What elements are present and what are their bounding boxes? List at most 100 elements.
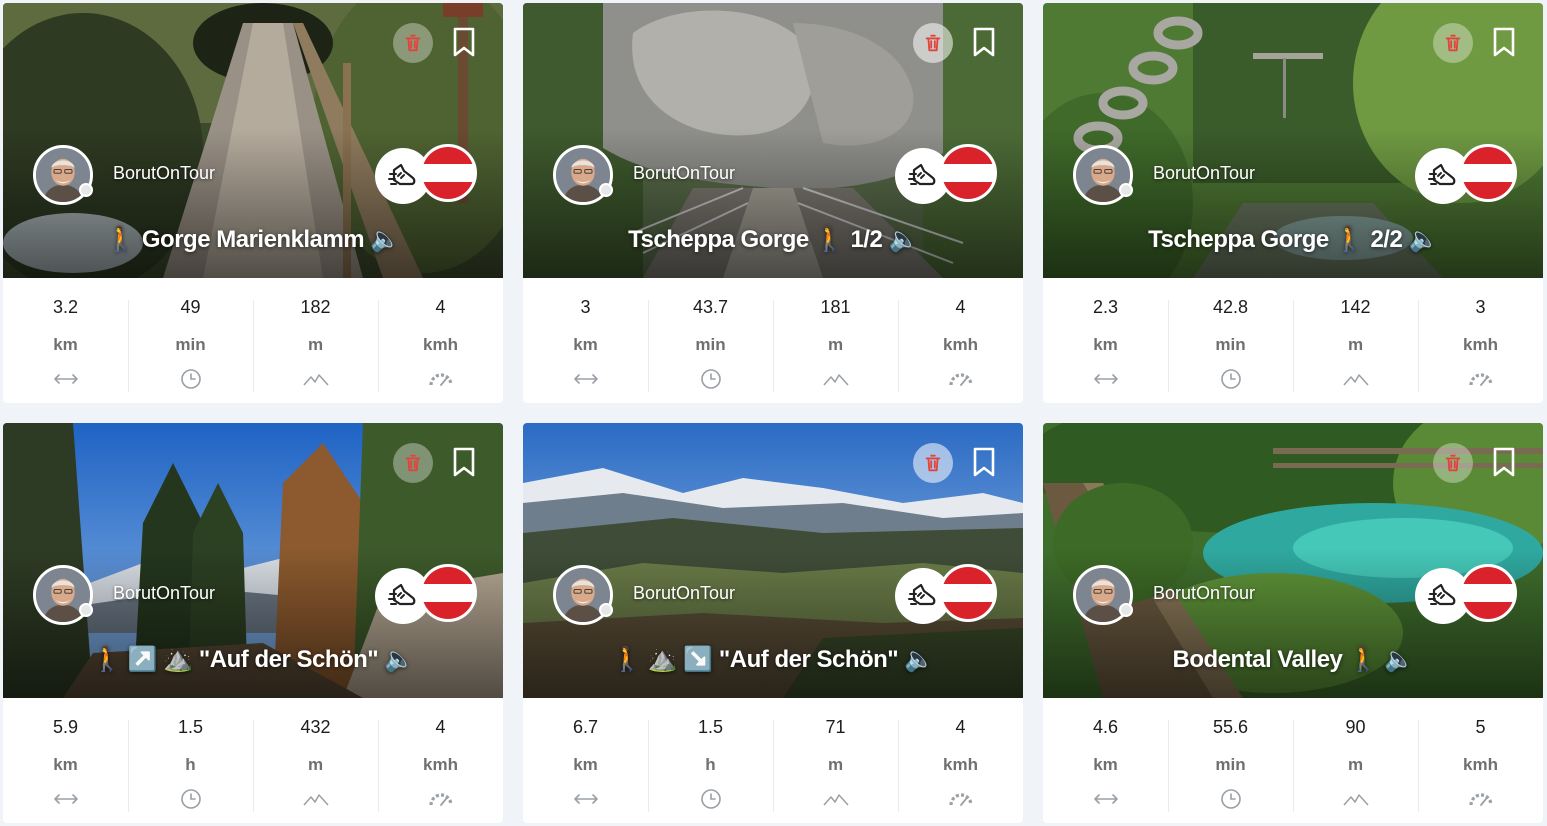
- stat-value: 5: [1475, 717, 1486, 737]
- delete-button[interactable]: [913, 23, 953, 63]
- stat-unit: min: [1215, 335, 1246, 354]
- tour-title[interactable]: 🚶 ↗️ ⛰️ "Auf der Schön" 🔈: [3, 645, 503, 674]
- stat-value: 4: [955, 297, 966, 317]
- username[interactable]: BorutOnTour: [1153, 583, 1255, 604]
- stat-speed: 4 kmh: [378, 278, 503, 403]
- tour-stats: 3 km 43.7 min 181 m 4 kmh: [523, 278, 1023, 403]
- austria-flag-icon: [419, 144, 477, 202]
- stat-distance: 4.6 km: [1043, 698, 1168, 823]
- username[interactable]: BorutOnTour: [633, 163, 735, 184]
- tour-title[interactable]: Tscheppa Gorge 🚶 1/2 🔈: [523, 225, 1023, 254]
- tour-card[interactable]: BorutOnTour Tscheppa Gorge 🚶 1/2 🔈 3 km …: [523, 3, 1023, 403]
- speedometer-icon: [1468, 368, 1494, 390]
- stat-value: 4: [435, 297, 446, 317]
- delete-button[interactable]: [1433, 23, 1473, 63]
- tour-stats: 6.7 km 1.5 h 71 m 4 kmh: [523, 698, 1023, 823]
- tour-cover-image[interactable]: BorutOnTour Bodental Valley 🚶 🔈: [1043, 423, 1543, 698]
- trash-icon: [1442, 452, 1464, 474]
- stat-value: 43.7: [692, 297, 729, 317]
- trash-icon: [402, 32, 424, 54]
- stat-unit: h: [185, 755, 196, 774]
- bookmark-icon[interactable]: [1493, 27, 1515, 57]
- tour-title[interactable]: 🚶 ⛰️ ↘️ "Auf der Schön" 🔈: [523, 645, 1023, 674]
- bookmark-icon[interactable]: [453, 27, 475, 57]
- clock-icon: [1218, 788, 1244, 810]
- stat-elevation: 182 m: [253, 278, 378, 403]
- stat-unit: min: [1215, 755, 1246, 774]
- stat-distance: 5.9 km: [3, 698, 128, 823]
- stat-value: 3.2: [52, 297, 79, 317]
- stat-unit: m: [827, 755, 844, 774]
- stat-duration: 1.5 h: [648, 698, 773, 823]
- stat-unit: kmh: [423, 755, 458, 774]
- tour-title[interactable]: Bodental Valley 🚶 🔈: [1043, 645, 1543, 674]
- stat-speed: 4 kmh: [378, 698, 503, 823]
- mountain-icon: [303, 788, 329, 810]
- stat-value: 1.5: [177, 717, 204, 737]
- delete-button[interactable]: [393, 443, 433, 483]
- tour-card[interactable]: BorutOnTour 🚶 Gorge Marienklamm 🔈 3.2 km…: [3, 3, 503, 403]
- stat-elevation: 71 m: [773, 698, 898, 823]
- bookmark-icon[interactable]: [1493, 447, 1515, 477]
- delete-button[interactable]: [913, 443, 953, 483]
- tour-cover-image[interactable]: BorutOnTour Tscheppa Gorge 🚶 1/2 🔈: [523, 3, 1023, 278]
- stat-duration: 42.8 min: [1168, 278, 1293, 403]
- tour-cover-image[interactable]: BorutOnTour 🚶 ↗️ ⛰️ "Auf der Schön" 🔈: [3, 423, 503, 698]
- trash-icon: [922, 32, 944, 54]
- username[interactable]: BorutOnTour: [1153, 163, 1255, 184]
- tour-card[interactable]: BorutOnTour 🚶 ⛰️ ↘️ "Auf der Schön" 🔈 6.…: [523, 423, 1023, 823]
- stat-value: 3: [580, 297, 591, 317]
- stat-unit: km: [1093, 335, 1118, 354]
- arrows-horizontal-icon: [1093, 788, 1119, 810]
- stat-value: 182: [300, 297, 331, 317]
- speedometer-icon: [948, 368, 974, 390]
- bookmark-icon[interactable]: [973, 447, 995, 477]
- stat-elevation: 142 m: [1293, 278, 1418, 403]
- online-status-dot: [599, 183, 613, 197]
- online-status-dot: [599, 603, 613, 617]
- austria-flag-icon: [939, 564, 997, 622]
- username[interactable]: BorutOnTour: [113, 583, 215, 604]
- trash-icon: [922, 452, 944, 474]
- clock-icon: [698, 788, 724, 810]
- tour-stats: 2.3 km 42.8 min 142 m 3 kmh: [1043, 278, 1543, 403]
- stat-value: 6.7: [572, 717, 599, 737]
- stat-unit: km: [573, 755, 598, 774]
- austria-flag-icon: [1459, 564, 1517, 622]
- stat-elevation: 432 m: [253, 698, 378, 823]
- stat-unit: km: [573, 335, 598, 354]
- clock-icon: [178, 368, 204, 390]
- tour-title[interactable]: Tscheppa Gorge 🚶 2/2 🔈: [1043, 225, 1543, 254]
- bookmark-icon[interactable]: [453, 447, 475, 477]
- mountain-icon: [823, 788, 849, 810]
- mountain-icon: [1343, 788, 1369, 810]
- tour-cover-image[interactable]: BorutOnTour Tscheppa Gorge 🚶 2/2 🔈: [1043, 3, 1543, 278]
- stat-speed: 4 kmh: [898, 278, 1023, 403]
- tour-card[interactable]: BorutOnTour Tscheppa Gorge 🚶 2/2 🔈 2.3 k…: [1043, 3, 1543, 403]
- tour-title[interactable]: 🚶 Gorge Marienklamm 🔈: [3, 225, 503, 254]
- arrows-horizontal-icon: [53, 368, 79, 390]
- stat-duration: 1.5 h: [128, 698, 253, 823]
- speedometer-icon: [1468, 788, 1494, 810]
- tour-cover-image[interactable]: BorutOnTour 🚶 ⛰️ ↘️ "Auf der Schön" 🔈: [523, 423, 1023, 698]
- stat-value: 4: [955, 717, 966, 737]
- bookmark-icon[interactable]: [973, 27, 995, 57]
- username[interactable]: BorutOnTour: [113, 163, 215, 184]
- tour-card[interactable]: BorutOnTour 🚶 ↗️ ⛰️ "Auf der Schön" 🔈 5.…: [3, 423, 503, 823]
- arrows-horizontal-icon: [1093, 368, 1119, 390]
- stat-value: 1.5: [697, 717, 724, 737]
- mountain-icon: [303, 368, 329, 390]
- stat-distance: 3.2 km: [3, 278, 128, 403]
- clock-icon: [1218, 368, 1244, 390]
- online-status-dot: [79, 603, 93, 617]
- stat-unit: m: [307, 335, 324, 354]
- tour-card[interactable]: BorutOnTour Bodental Valley 🚶 🔈 4.6 km 5…: [1043, 423, 1543, 823]
- delete-button[interactable]: [1433, 443, 1473, 483]
- delete-button[interactable]: [393, 23, 433, 63]
- trash-icon: [402, 452, 424, 474]
- username[interactable]: BorutOnTour: [633, 583, 735, 604]
- tour-cover-image[interactable]: BorutOnTour 🚶 Gorge Marienklamm 🔈: [3, 3, 503, 278]
- stat-unit: kmh: [423, 335, 458, 354]
- stat-speed: 3 kmh: [1418, 278, 1543, 403]
- stat-unit: min: [175, 335, 206, 354]
